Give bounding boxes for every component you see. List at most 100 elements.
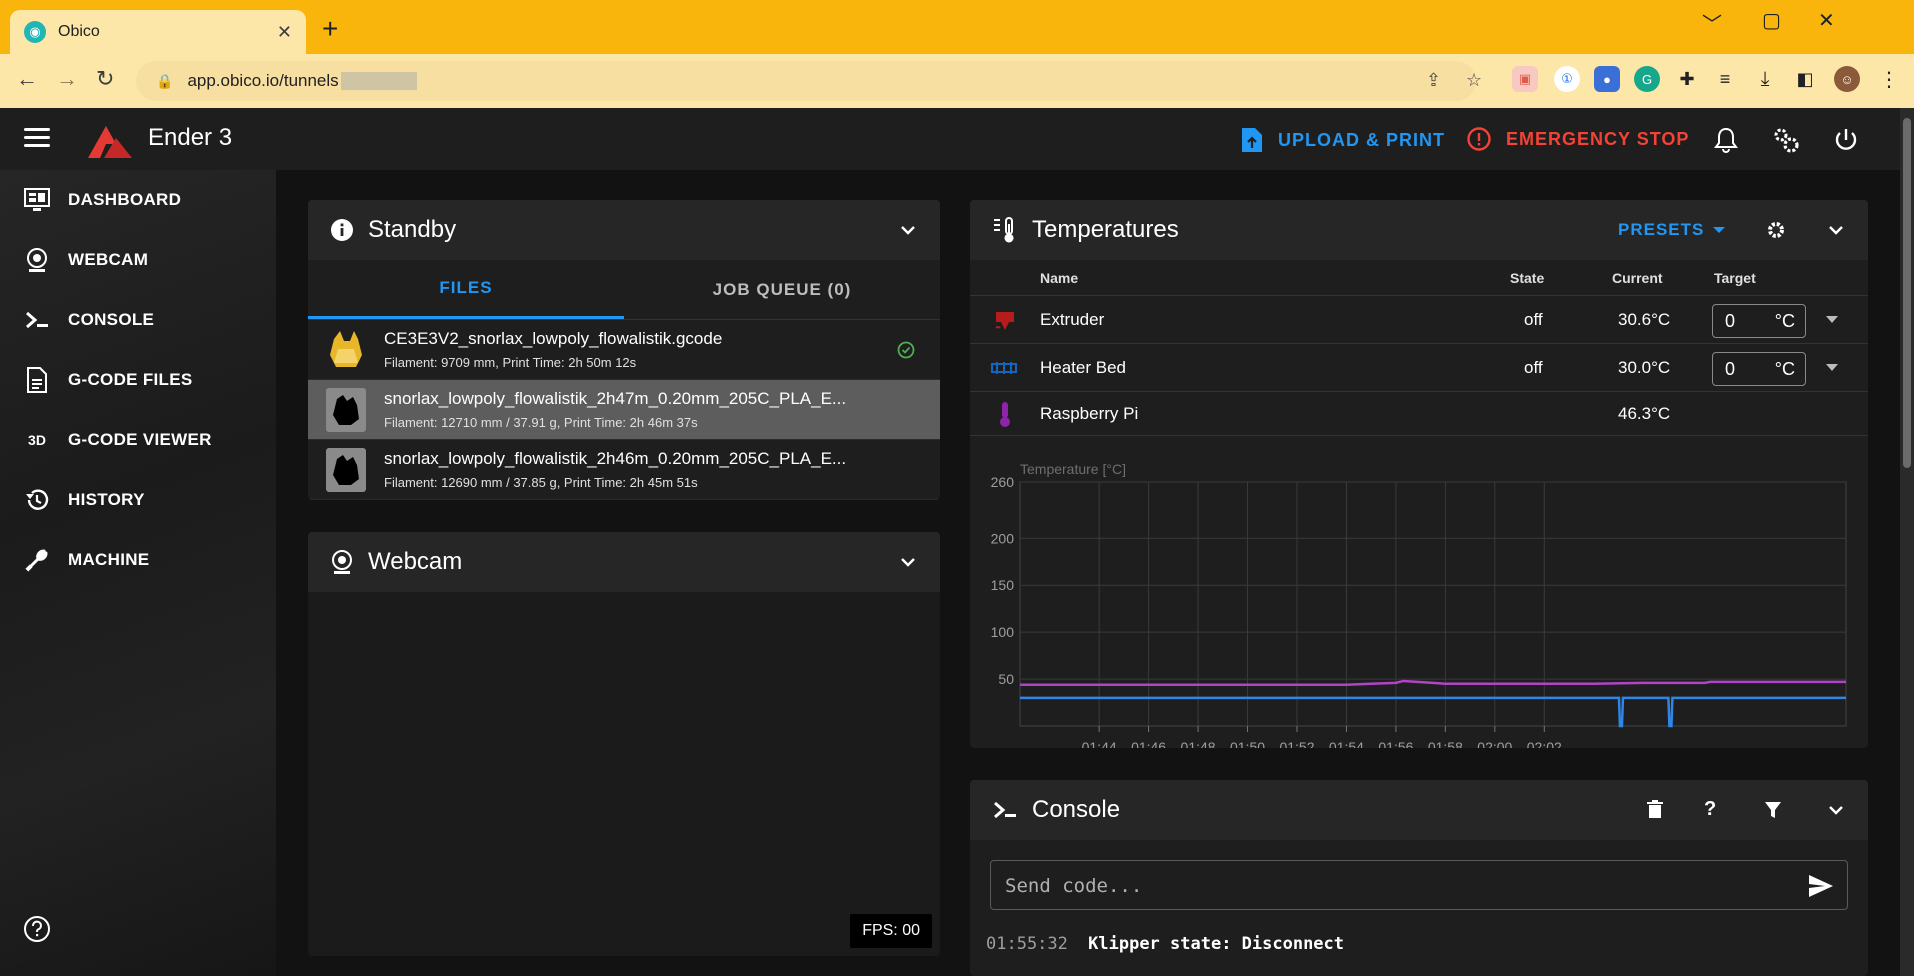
sensor-name: Raspberry Pi (1040, 404, 1139, 423)
new-tab-icon[interactable]: + (322, 14, 338, 44)
3d-icon: 3D (28, 432, 46, 448)
app-bar: Ender 3 UPLOAD & PRINT EMERGENCY STOP (0, 108, 1900, 170)
chart-xtick-label: 01:46 (1131, 739, 1166, 748)
chevron-down-icon[interactable] (898, 220, 918, 240)
power-icon[interactable] (1830, 124, 1862, 156)
minimize-icon[interactable]: ﹀ (1702, 8, 1722, 37)
sidebar-item-machine[interactable]: MACHINE (22, 540, 149, 580)
back-icon[interactable]: ← (16, 66, 38, 92)
col-name: Name (1040, 270, 1079, 286)
gear-icon[interactable] (1766, 220, 1786, 240)
chevron-down-icon[interactable] (1826, 800, 1846, 820)
grammarly-icon[interactable]: G (1634, 66, 1660, 92)
presets-button[interactable]: PRESETS (1618, 220, 1726, 240)
bookmark-star-icon[interactable]: ☆ (1466, 70, 1482, 91)
sidebar-label: G-CODE FILES (68, 370, 193, 389)
sidebar-item-console[interactable]: CONSOLE (22, 300, 154, 340)
send-icon[interactable] (1807, 873, 1835, 899)
url-text: app.obico.io/tunnels (187, 71, 339, 90)
sidebar-label: HISTORY (68, 490, 145, 509)
restore-icon[interactable]: ▢ (1762, 8, 1781, 33)
scrollbar-thumb[interactable] (1903, 118, 1911, 468)
puzzle-extensions-icon[interactable]: ✚ (1674, 66, 1700, 92)
temperatures-card-header: Temperatures PRESETS (970, 200, 1868, 260)
bed-target-dropdown-icon[interactable] (1826, 364, 1838, 371)
sidebar-label: DASHBOARD (68, 190, 182, 209)
sidebar: DASHBOARD WEBCAM CONSOLE G-CODE FILES 3D… (0, 170, 276, 976)
extension-icon[interactable]: ● (1594, 66, 1620, 92)
profile-avatar[interactable]: ☺ (1834, 66, 1860, 92)
sensor-state: off (1524, 358, 1543, 377)
sidebar-label: G-CODE VIEWER (68, 430, 212, 449)
tab-job-queue[interactable]: JOB QUEUE (0) (624, 260, 940, 319)
download-icon[interactable]: ⤓ (1752, 66, 1778, 92)
hamburger-menu-icon[interactable] (24, 128, 50, 148)
settings-cogs-icon[interactable] (1770, 124, 1802, 156)
page-scrollbar[interactable] (1900, 108, 1914, 976)
share-icon[interactable]: ⇪ (1426, 70, 1441, 91)
reload-icon[interactable]: ↻ (96, 66, 114, 92)
file-row[interactable]: CE3E3V2_snorlax_lowpoly_flowalistik.gcod… (308, 320, 940, 380)
sidebar-label: WEBCAM (68, 250, 149, 269)
sidebar-item-dashboard[interactable]: DASHBOARD (22, 180, 181, 220)
tab-close-icon[interactable]: ✕ (277, 22, 292, 43)
url-bar[interactable]: 🔒 app.obico.io/tunnels (136, 61, 1476, 101)
sidebar-item-webcam[interactable]: WEBCAM (22, 240, 148, 280)
chart-xtick-label: 01:56 (1378, 739, 1413, 748)
help-question-icon[interactable]: ? (1704, 798, 1716, 821)
sensor-state: off (1524, 310, 1543, 329)
status-card: Standby FILES JOB QUEUE (0) CE3E3V2_snor… (308, 200, 940, 500)
console-message: Klipper state: Disconnect (1088, 934, 1345, 954)
emergency-stop-button[interactable]: EMERGENCY STOP (1466, 126, 1689, 152)
forward-icon[interactable]: → (56, 66, 78, 92)
sensor-name: Heater Bed (1040, 358, 1126, 377)
chevron-down-icon[interactable] (1826, 220, 1846, 240)
chevron-down-icon[interactable] (898, 552, 918, 572)
side-panel-icon[interactable]: ◧ (1792, 66, 1818, 92)
file-name: snorlax_lowpoly_flowalistik_2h47m_0.20mm… (384, 389, 847, 408)
send-code-input[interactable]: Send code... (990, 860, 1848, 910)
trash-icon[interactable] (1646, 800, 1664, 820)
temperature-chart[interactable]: 50 100 150 200 260 01:44 01:46 01:48 01:50 01:52 0… (970, 448, 1868, 748)
upload-print-button[interactable]: UPLOAD & PRINT (1240, 126, 1445, 154)
tab-files[interactable]: FILES (308, 260, 624, 319)
extruder-target-input[interactable]: 0 °C (1712, 304, 1806, 338)
browser-tab[interactable]: ◉ Obico ✕ (10, 10, 306, 54)
console-title: Console (1032, 796, 1121, 823)
file-row[interactable]: snorlax_lowpoly_flowalistik_2h47m_0.20mm… (308, 380, 940, 440)
fps-badge: FPS: 00 (850, 914, 932, 948)
temperature-row-bed: Heater Bed off 30.0°C 0 °C (970, 344, 1868, 392)
target-unit: °C (1774, 359, 1795, 379)
url-redacted (340, 72, 417, 90)
file-row[interactable]: snorlax_lowpoly_flowalistik_2h46m_0.20mm… (308, 440, 940, 500)
file-thumbnail (326, 328, 366, 372)
col-current: Current (1612, 270, 1663, 286)
browser-chrome: ◉ Obico ✕ + ﹀ ▢ ✕ ← → ↻ 🔒 app.obico.io/t… (0, 0, 1914, 108)
filter-icon[interactable] (1764, 800, 1782, 820)
bed-target-input[interactable]: 0 °C (1712, 352, 1806, 386)
chart-ytick-label: 150 (991, 577, 1015, 593)
window-close-icon[interactable]: ✕ (1818, 8, 1835, 33)
webcam-icon (22, 245, 52, 275)
sensor-current: 46.3°C (1618, 404, 1671, 423)
temperature-row-extruder: Extruder off 30.6°C 0 °C (970, 296, 1868, 344)
bell-icon[interactable] (1710, 124, 1742, 156)
webcam-icon (332, 550, 352, 574)
browser-menu-icon[interactable]: ⋮ (1876, 66, 1902, 92)
upload-print-label: UPLOAD & PRINT (1278, 129, 1445, 150)
sidebar-item-gcode-files[interactable]: G-CODE FILES (22, 360, 193, 400)
sidebar-item-history[interactable]: HISTORY (22, 480, 145, 520)
extension-icon[interactable]: ① (1554, 66, 1580, 92)
file-name: CE3E3V2_snorlax_lowpoly_flowalistik.gcod… (384, 329, 723, 348)
file-meta: Filament: 12710 mm / 37.91 g, Print Time… (384, 415, 698, 430)
extruder-target-dropdown-icon[interactable] (1826, 316, 1838, 323)
chart-xtick-label: 02:02 (1527, 739, 1562, 748)
sidebar-item-gcode-viewer[interactable]: 3D G-CODE VIEWER (22, 420, 212, 460)
chart-xtick-label: 01:52 (1279, 739, 1314, 748)
media-queue-icon[interactable]: ≡ (1712, 66, 1738, 92)
extension-icon[interactable]: ▣ (1512, 66, 1538, 92)
console-card-header: Console ? (970, 780, 1868, 840)
help-circle-icon[interactable] (22, 914, 52, 944)
sensor-current: 30.0°C (1618, 358, 1671, 377)
file-thumbnail (326, 447, 366, 492)
